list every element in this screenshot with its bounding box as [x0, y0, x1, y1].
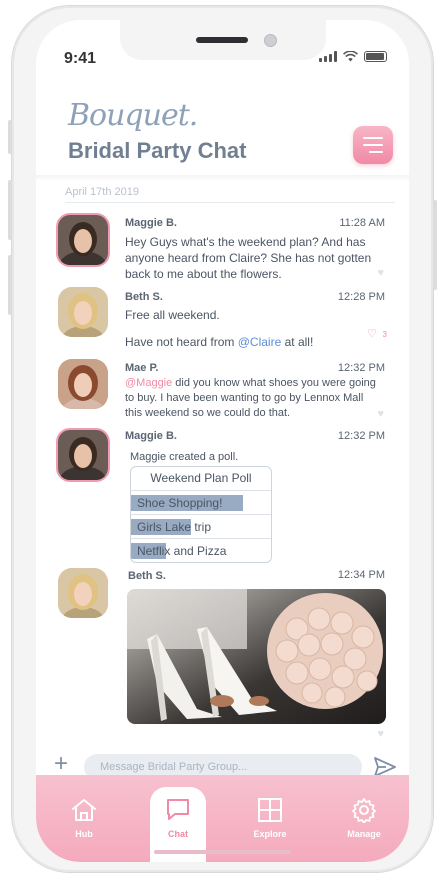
camera	[264, 34, 277, 47]
side-button	[433, 200, 437, 290]
phone-screen: 9:41 Bouquet. Bridal Party Chat April 17…	[36, 20, 409, 862]
like-count: 3	[382, 330, 387, 339]
tab-label: Chat	[168, 829, 188, 839]
sender-name: Beth S.	[128, 570, 166, 582]
heart-icon[interactable]: ♡	[367, 327, 377, 340]
message-time: 12:28 PM	[337, 291, 385, 303]
tab-manage[interactable]: Manage	[329, 797, 399, 839]
tab-explore[interactable]: Explore	[235, 797, 305, 839]
sender-name: Maggie B.	[125, 430, 177, 442]
poll-option-label: Shoe Shopping!	[137, 496, 223, 510]
send-icon[interactable]	[374, 757, 396, 777]
message-text-part: Have not heard from	[125, 335, 238, 349]
side-button	[8, 255, 12, 315]
tab-label: Hub	[75, 829, 93, 839]
mention-link[interactable]: @Claire	[238, 335, 282, 349]
sender-name: Mae P.	[125, 362, 159, 374]
side-button	[8, 120, 12, 154]
side-button	[8, 180, 12, 240]
date-divider: April 17th 2019	[65, 186, 139, 198]
sender-name: Maggie B.	[125, 217, 177, 229]
speaker	[196, 37, 248, 43]
add-attachment-button[interactable]: +	[54, 752, 68, 776]
tab-label: Manage	[347, 829, 381, 839]
header-divider	[36, 175, 409, 181]
message-time: 12:32 PM	[337, 430, 385, 442]
home-indicator	[154, 850, 291, 854]
avatar[interactable]	[56, 213, 110, 267]
page-title: Bridal Party Chat	[68, 138, 247, 163]
message-time: 11:28 AM	[339, 217, 385, 229]
tab-label: Explore	[253, 829, 287, 839]
grid-icon	[258, 798, 282, 822]
message-time: 12:32 PM	[337, 362, 385, 374]
message-time: 12:34 PM	[337, 569, 385, 581]
menu-button[interactable]	[353, 126, 393, 164]
gear-icon	[352, 798, 376, 823]
avatar[interactable]	[58, 287, 108, 337]
date-divider-line	[65, 202, 395, 203]
message-text: Free all weekend.	[125, 308, 220, 322]
message-text: @Maggie did you know what shoes you were…	[125, 376, 383, 421]
heart-icon[interactable]: ♥	[377, 267, 384, 279]
poll-option[interactable]: Shoe Shopping!	[131, 490, 271, 514]
poll-option-label: Netflix and Pizza	[137, 544, 227, 558]
poll-option[interactable]: Girls Lake trip	[131, 514, 271, 538]
home-icon	[72, 799, 96, 821]
tab-bar: Hub Chat Explore Manage	[36, 775, 409, 862]
poll-option[interactable]: Netflix and Pizza	[131, 538, 271, 562]
avatar[interactable]	[56, 428, 110, 482]
sender-name: Beth S.	[125, 291, 163, 303]
heart-icon[interactable]: ♥	[377, 408, 384, 420]
message-text: Maggie created a poll.	[130, 451, 239, 463]
heart-icon[interactable]: ♥	[377, 728, 384, 740]
avatar[interactable]	[58, 568, 108, 618]
shared-photo[interactable]	[127, 589, 386, 724]
signal-icon	[319, 51, 337, 62]
avatar[interactable]	[58, 359, 108, 409]
status-time: 9:41	[64, 50, 97, 67]
status-icons	[319, 51, 387, 62]
menu-icon	[363, 137, 383, 139]
mention-link[interactable]: @Maggie	[125, 377, 172, 389]
battery-icon	[364, 51, 387, 62]
poll-card: Weekend Plan Poll Shoe Shopping! Girls L…	[130, 466, 272, 563]
message-text: Have not heard from @Claire at all!	[125, 334, 383, 350]
message-text: Hey Guys what's the weekend plan? And ha…	[125, 235, 372, 281]
tab-hub[interactable]: Hub	[49, 797, 119, 839]
message-text-part: at all!	[281, 335, 314, 349]
poll-title: Weekend Plan Poll	[150, 471, 252, 485]
chat-icon	[167, 799, 189, 820]
poll-option-label: Girls Lake trip	[137, 520, 212, 534]
wifi-icon	[343, 51, 358, 62]
notch	[120, 20, 326, 60]
app-logo: Bouquet.	[68, 98, 198, 133]
